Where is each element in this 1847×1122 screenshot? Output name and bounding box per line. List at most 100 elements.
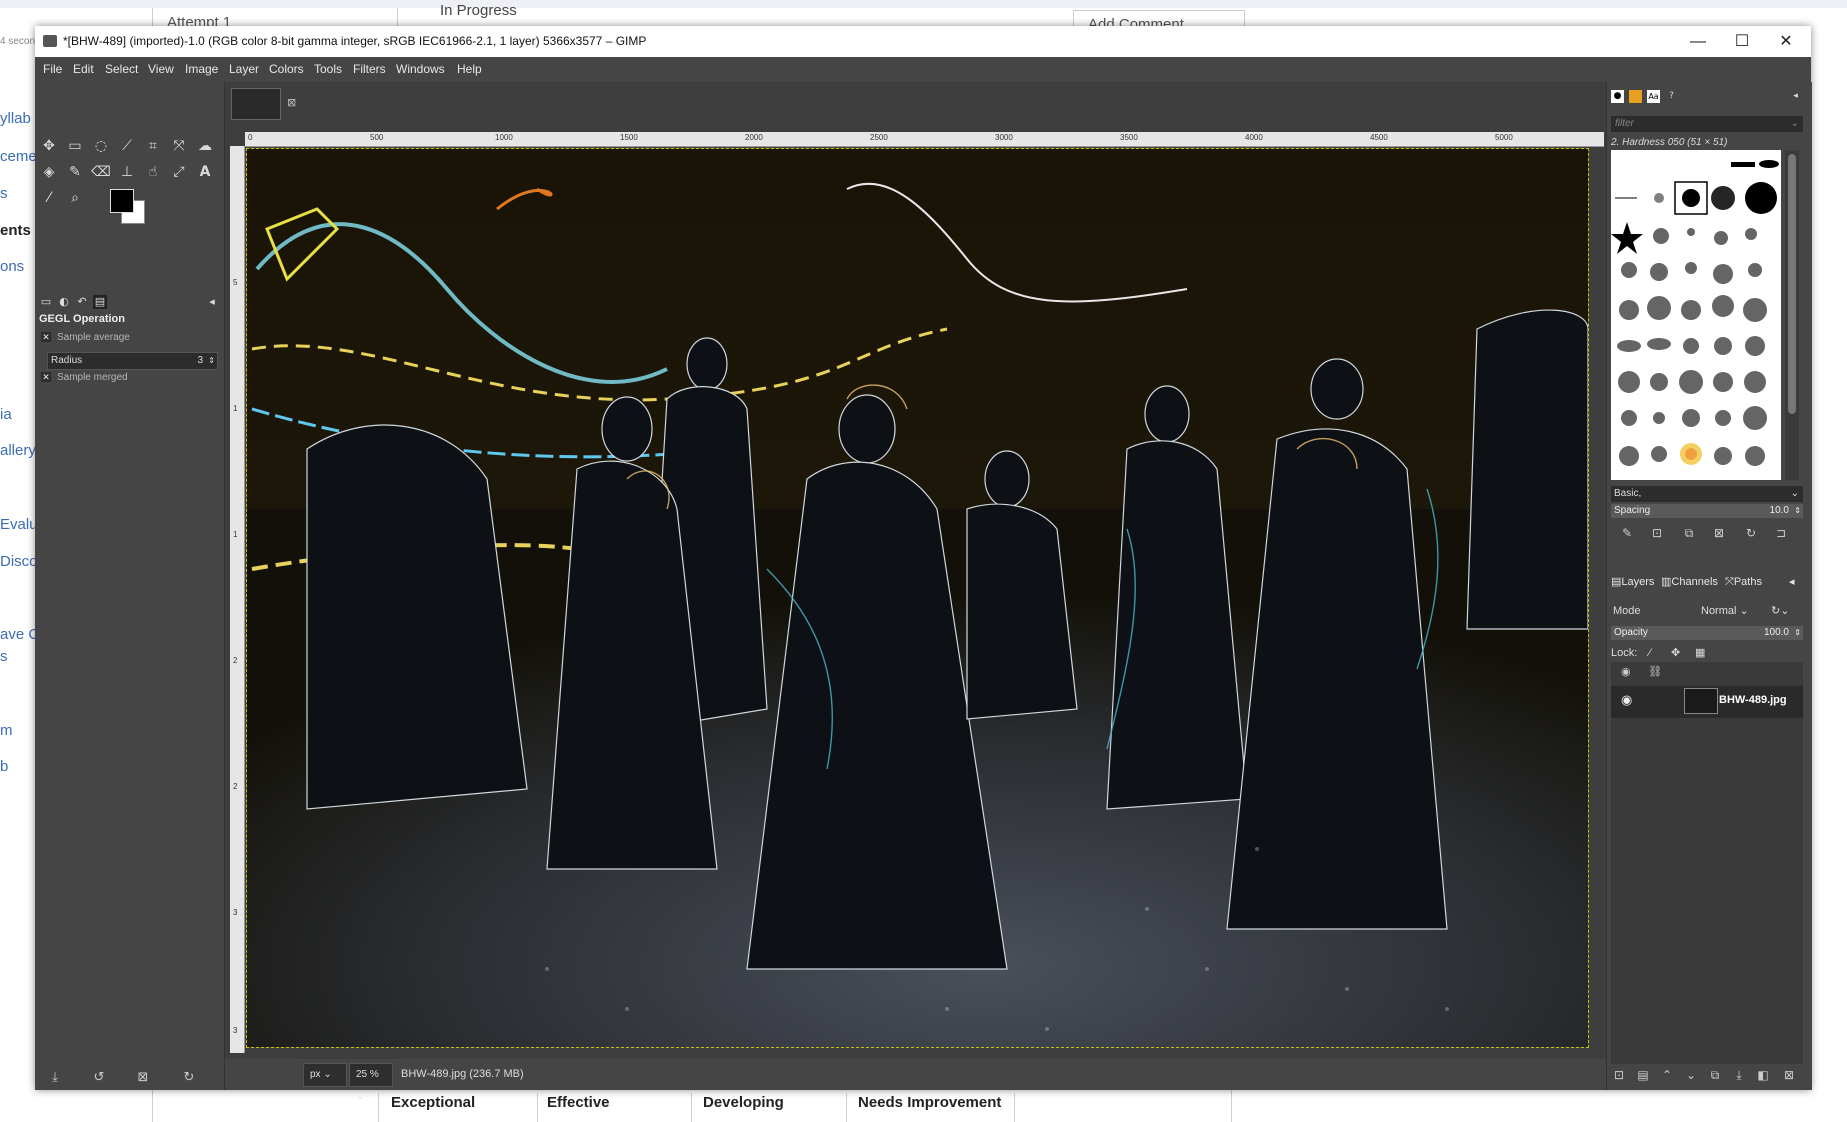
vertical-ruler[interactable]: 5 1 1 2 2 3 3 <box>230 146 245 1053</box>
reset-mode-icon[interactable]: ↻⌄ <box>1771 602 1789 620</box>
menu-help[interactable]: Help <box>457 57 482 82</box>
menu-image[interactable]: Image <box>185 57 218 82</box>
bg-link[interactable]: b <box>0 758 8 775</box>
bg-link[interactable]: m <box>0 722 13 739</box>
menu-layer[interactable]: Layer <box>229 57 259 82</box>
rubric-needs-improvement[interactable]: Needs Improvement <box>846 1093 1015 1122</box>
image-canvas[interactable] <box>246 148 1589 1048</box>
new-layer-icon[interactable]: ⊡ <box>1611 1067 1627 1083</box>
new-layer-group-icon[interactable]: ▤ <box>1635 1067 1651 1083</box>
bg-link[interactable]: ave C <box>0 626 39 643</box>
rect-select-icon[interactable]: ▭ <box>65 136 85 156</box>
paintbrush-icon[interactable]: ✎ <box>65 162 85 182</box>
checkbox-icon[interactable]: ✕ <box>41 372 51 383</box>
zoom-select[interactable]: 25 % ⌄ <box>349 1063 393 1102</box>
eraser-icon[interactable]: ⌫ <box>91 162 111 182</box>
undo-history-tab-icon[interactable]: ↶ <box>75 295 89 309</box>
attempt-tab[interactable]: Attempt 1 <box>152 8 398 27</box>
device-status-tab-icon[interactable]: ◐ <box>57 295 71 309</box>
menu-edit[interactable]: Edit <box>73 57 94 82</box>
text-icon[interactable]: A <box>195 162 215 182</box>
menu-filters[interactable]: Filters <box>353 57 386 82</box>
rubric-effective[interactable]: Effective <box>535 1093 692 1122</box>
bg-link[interactable]: Evalu <box>0 516 38 533</box>
radius-spinner[interactable]: Radius 3 ⇕ <box>47 352 218 370</box>
duplicate-layer-icon[interactable]: ⧉ <box>1707 1067 1723 1083</box>
move-tool-icon[interactable]: ✥ <box>39 136 59 156</box>
layer-row[interactable]: ◉ BHW-489.jpg <box>1611 686 1803 718</box>
unit-select[interactable]: px ⌄ <box>303 1063 347 1087</box>
tab-layers[interactable]: ▤Layers <box>1611 571 1654 593</box>
merge-layer-icon[interactable]: ⤓ <box>1731 1067 1747 1083</box>
close-tab-icon[interactable]: ⊠ <box>287 96 296 109</box>
patterns-tab-icon[interactable] <box>1629 90 1642 103</box>
menu-view[interactable]: View <box>148 57 174 82</box>
spinner-arrows-icon[interactable]: ⇕ <box>1794 504 1801 518</box>
tool-options-tab-icon[interactable]: ▭ <box>39 295 53 309</box>
edit-brush-icon[interactable]: ✎ <box>1619 525 1635 541</box>
configure-tab-icon[interactable]: ◂ <box>205 295 219 309</box>
bg-link[interactable]: ceme <box>0 148 37 165</box>
mode-select[interactable]: Normal ⌄ <box>1701 602 1749 620</box>
brush-filter-input[interactable]: filter ⌄ <box>1611 116 1803 132</box>
rubric-developing[interactable]: Developing <box>691 1093 847 1122</box>
reset-options-icon[interactable]: ↻ <box>181 1070 197 1086</box>
spacing-slider[interactable]: Spacing 10.0 ⇕ <box>1611 504 1803 518</box>
brush-preset-select[interactable]: Basic, ⌄ <box>1611 486 1803 502</box>
bg-link[interactable]: ia <box>0 406 12 423</box>
warp-icon[interactable]: ☁ <box>195 136 215 156</box>
smudge-icon[interactable]: ☝ <box>143 162 163 182</box>
foreground-color-swatch-top[interactable] <box>110 189 134 213</box>
restore-options-icon[interactable]: ↺ <box>91 1070 107 1086</box>
layers-list[interactable]: ◉ ⛓ ◉ BHW-489.jpg <box>1611 662 1803 1064</box>
eye-icon[interactable]: ◉ <box>1621 693 1632 708</box>
lower-layer-icon[interactable]: ⌄ <box>1683 1067 1699 1083</box>
bg-link[interactable]: ents <box>0 222 31 239</box>
menu-select[interactable]: Select <box>105 57 138 82</box>
zoom-icon[interactable]: ⌕ <box>65 188 85 208</box>
new-brush-icon[interactable]: ⊡ <box>1649 525 1665 541</box>
delete-brush-icon[interactable]: ⊠ <box>1711 525 1727 541</box>
mask-layer-icon[interactable]: ◧ <box>1755 1067 1771 1083</box>
lock-position-icon[interactable]: ✥ <box>1671 644 1680 662</box>
bg-link[interactable]: s <box>0 185 8 202</box>
brush-grid[interactable] <box>1611 150 1781 480</box>
image-tab-thumbnail[interactable] <box>231 88 281 120</box>
images-tab-icon[interactable]: ▤ <box>93 295 107 309</box>
configure-dock-icon[interactable]: ◂ <box>1789 571 1795 593</box>
scrollbar-thumb[interactable] <box>1788 154 1796 414</box>
menu-windows[interactable]: Windows <box>396 57 445 82</box>
color-picker-icon[interactable]: ⁄ <box>39 188 59 208</box>
chevron-down-icon[interactable]: ⌄ <box>1791 486 1799 502</box>
brush-scrollbar[interactable] <box>1785 150 1799 480</box>
bucket-fill-icon[interactable]: ◈ <box>39 162 59 182</box>
lasso-icon[interactable]: ◌ <box>91 136 111 156</box>
chevron-down-icon[interactable]: ⌄ <box>1791 116 1799 132</box>
duplicate-brush-icon[interactable]: ⧉ <box>1681 525 1697 541</box>
spinner-arrows-icon[interactable]: ⇕ <box>208 353 215 369</box>
bg-link[interactable]: ons <box>0 258 24 275</box>
menu-file[interactable]: File <box>43 57 62 82</box>
menu-colors[interactable]: Colors <box>269 57 304 82</box>
fonts-tab-icon[interactable]: Aa <box>1647 90 1660 103</box>
lock-alpha-icon[interactable]: ▦ <box>1695 644 1705 662</box>
transform-icon[interactable]: ⤧ <box>169 136 189 156</box>
refresh-brushes-icon[interactable]: ↻ <box>1743 525 1759 541</box>
tab-paths[interactable]: ⤧Paths <box>1725 571 1762 593</box>
configure-dock-icon[interactable]: ◂ <box>1789 90 1802 103</box>
clone-icon[interactable]: ⊥ <box>117 162 137 182</box>
raise-layer-icon[interactable]: ⌃ <box>1659 1067 1675 1083</box>
bg-link[interactable]: yllab <box>0 110 31 127</box>
rubric-exceptional[interactable]: Exceptional <box>378 1093 538 1122</box>
fuzzy-select-icon[interactable]: ⟋ <box>117 136 137 156</box>
open-brush-folder-icon[interactable]: ⊐ <box>1773 525 1789 541</box>
tab-channels[interactable]: ▥Channels <box>1661 571 1718 593</box>
sample-average-option[interactable]: ✕ Sample average <box>41 332 130 343</box>
checkbox-icon[interactable]: ✕ <box>41 332 51 343</box>
horizontal-ruler[interactable]: 0 500 1000 1500 2000 2500 3000 3500 4000… <box>245 132 1604 147</box>
minimize-button[interactable]: — <box>1675 26 1721 57</box>
maximize-button[interactable]: ☐ <box>1719 26 1765 57</box>
brushes-tab-icon[interactable]: ● <box>1611 90 1624 103</box>
delete-layer-icon[interactable]: ⊠ <box>1781 1067 1797 1083</box>
bg-link[interactable]: s <box>0 648 8 665</box>
